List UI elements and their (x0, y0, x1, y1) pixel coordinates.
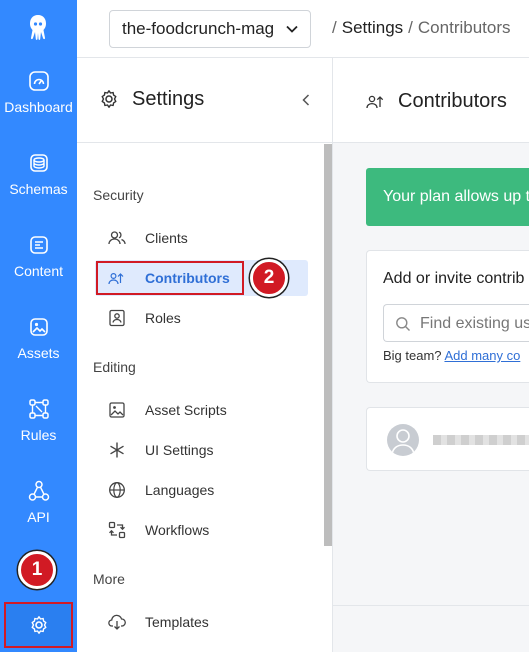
rail-item-content[interactable]: Content (0, 234, 77, 310)
settings-item-clients[interactable]: Clients (95, 220, 308, 256)
divider (333, 605, 529, 606)
invite-title: Add or invite contrib (383, 270, 525, 287)
redacted-contributor-name (433, 435, 529, 445)
settings-item-label: Clients (145, 230, 188, 246)
app-name: the-foodcrunch-mag (122, 19, 275, 38)
rail-item-settings[interactable] (4, 602, 73, 648)
section-label-security: Security (93, 187, 144, 203)
asterisk-icon (110, 442, 124, 458)
breadcrumb-settings[interactable]: Settings (342, 18, 403, 37)
avatar (387, 424, 419, 456)
page-title: Contributors (398, 90, 507, 112)
settings-panel-header: Settings (77, 58, 333, 143)
settings-item-templates[interactable]: Templates (95, 604, 308, 640)
settings-item-ui-settings[interactable]: UI Settings (95, 432, 308, 468)
gear-icon (31, 616, 47, 634)
breadcrumb-separator: / (332, 18, 337, 37)
rail-label: Dashboard (4, 99, 73, 115)
contributor-search-input[interactable]: Find existing us (383, 304, 529, 342)
invite-card: Add or invite contrib Find existing us B… (366, 250, 529, 383)
rail-item-api[interactable]: API (0, 480, 77, 556)
settings-item-asset-scripts[interactable]: Asset Scripts (95, 392, 308, 428)
cloud-download-icon (108, 614, 126, 630)
section-label-editing: Editing (93, 359, 136, 375)
rail-item-dashboard[interactable]: Dashboard (0, 70, 77, 146)
breadcrumb: / Settings / Contributors (327, 18, 511, 38)
settings-item-label: Workflows (145, 522, 210, 538)
rules-icon (28, 399, 49, 419)
rail-item-rules[interactable]: Rules (0, 398, 77, 474)
content-icon (29, 236, 48, 254)
settings-item-label: Asset Scripts (145, 402, 227, 418)
settings-item-label: Roles (145, 310, 181, 326)
top-bar: the-foodcrunch-mag / Settings / Contributor… (77, 0, 529, 58)
add-many-link[interactable]: Add many co (444, 348, 520, 363)
search-icon (396, 317, 410, 331)
highlight-box-contributors (96, 261, 244, 295)
breadcrumb-current: Contributors (417, 18, 511, 37)
rail-label: Content (13, 263, 64, 279)
contributors-header: Contributors (333, 58, 529, 143)
database-icon (29, 154, 48, 172)
globe-icon (109, 482, 125, 498)
breadcrumb-separator: / (408, 18, 413, 37)
settings-item-workflows[interactable]: Workflows (95, 512, 308, 548)
rail-label: Assets (17, 345, 60, 361)
rail-item-schemas[interactable]: Schemas (0, 152, 77, 228)
settings-title: Settings (132, 88, 205, 110)
settings-item-label: UI Settings (145, 442, 214, 458)
chevron-down-icon (286, 25, 298, 33)
app-selector[interactable]: the-foodcrunch-mag (109, 10, 311, 48)
section-label-more: More (93, 571, 125, 587)
image-icon (109, 402, 125, 418)
settings-item-label: Templates (145, 614, 209, 630)
image-icon (29, 318, 48, 336)
id-card-icon (109, 309, 125, 327)
contributors-icon (366, 95, 384, 109)
rail-item-assets[interactable]: Assets (0, 316, 77, 392)
gear-icon (101, 90, 117, 108)
gauge-icon (28, 71, 49, 91)
plan-banner: Your plan allows up t (366, 168, 529, 226)
user-icon (391, 429, 415, 455)
settings-scrollbar[interactable] (324, 144, 332, 546)
squidex-logo[interactable] (26, 14, 50, 42)
users-icon (108, 231, 126, 245)
step-badge-2: 2 (250, 259, 288, 297)
rail-label: API (27, 509, 50, 525)
chevron-left-icon[interactable] (302, 94, 310, 106)
rail-label: Schemas (9, 181, 68, 197)
rail-label: Rules (20, 427, 57, 443)
contributor-row (366, 407, 529, 471)
settings-item-roles[interactable]: Roles (95, 300, 308, 336)
search-placeholder: Find existing us (420, 315, 529, 332)
big-team-text: Big team? (383, 348, 442, 363)
step-badge-1: 1 (18, 551, 56, 589)
api-icon (28, 480, 49, 501)
big-team-hint: Big team? Add many co (383, 348, 520, 363)
settings-item-label: Languages (145, 482, 215, 498)
settings-item-languages[interactable]: Languages (95, 472, 308, 508)
settings-panel: Settings Security Clients Contributors R… (77, 58, 333, 652)
workflow-icon (108, 521, 126, 539)
